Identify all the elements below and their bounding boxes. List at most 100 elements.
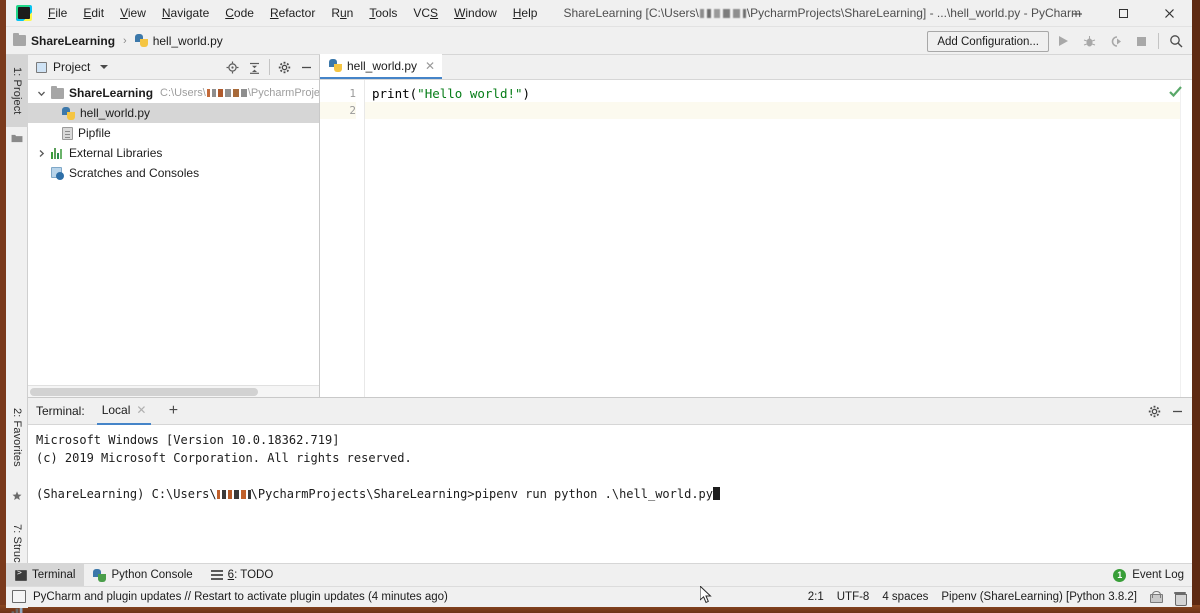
bottom-tab-terminal[interactable]: Terminal bbox=[6, 563, 85, 587]
code-content[interactable]: print("Hello world!") bbox=[365, 80, 1192, 397]
indent-setting[interactable]: 4 spaces bbox=[882, 591, 928, 603]
window-controls bbox=[1054, 0, 1192, 27]
tree-row-external-libraries[interactable]: External Libraries bbox=[28, 143, 319, 163]
project-folder-icon bbox=[6, 127, 28, 149]
file-encoding[interactable]: UTF-8 bbox=[837, 591, 870, 603]
sidebar-item-favorites[interactable]: 2: Favorites bbox=[6, 389, 28, 485]
stop-icon[interactable] bbox=[1129, 29, 1153, 53]
breadcrumb-item-file[interactable]: hell_world.py bbox=[132, 32, 226, 50]
breadcrumb-label-project: ShareLearning bbox=[31, 33, 116, 48]
tree-row-pipfile[interactable]: Pipfile bbox=[28, 123, 319, 143]
menu-item-window[interactable]: Window bbox=[446, 0, 505, 27]
bottom-tab-todo[interactable]: 6: TODO bbox=[202, 564, 283, 587]
trash-icon[interactable] bbox=[1174, 591, 1187, 606]
run-with-coverage-icon[interactable] bbox=[1103, 29, 1127, 53]
hide-panel-icon[interactable] bbox=[296, 57, 317, 78]
new-terminal-tab-icon[interactable]: + bbox=[163, 402, 183, 420]
breadcrumb: ShareLearning › hell_world.py bbox=[6, 32, 226, 50]
terminal-caret bbox=[713, 487, 720, 500]
project-horizontal-scrollbar[interactable] bbox=[28, 385, 319, 397]
locate-file-icon[interactable] bbox=[222, 57, 243, 78]
collapse-all-icon[interactable] bbox=[244, 57, 265, 78]
pycharm-logo-icon bbox=[16, 5, 32, 21]
star-icon bbox=[6, 485, 28, 507]
terminal-output[interactable]: Microsoft Windows [Version 10.0.18362.71… bbox=[28, 425, 1192, 563]
search-everywhere-icon[interactable] bbox=[1164, 29, 1188, 53]
menu-item-refactor[interactable]: Refactor bbox=[262, 0, 323, 27]
toolbar-divider bbox=[1158, 33, 1159, 49]
tree-label-scratches-and-consoles: Scratches and Consoles bbox=[69, 166, 200, 180]
close-terminal-tab-icon[interactable]: ✕ bbox=[136, 403, 146, 417]
maximize-button[interactable] bbox=[1100, 0, 1146, 27]
menu-item-vcs[interactable]: VCS bbox=[405, 0, 446, 27]
run-icon[interactable] bbox=[1051, 29, 1075, 53]
code-token-print: print bbox=[372, 86, 410, 101]
terminal-tool-window: Terminal: Local ✕ + Microsoft Windows [V… bbox=[28, 397, 1192, 563]
editor-inspection-gutter[interactable] bbox=[1180, 80, 1192, 397]
debug-icon[interactable] bbox=[1077, 29, 1101, 53]
terminal-hide-icon[interactable] bbox=[1167, 401, 1188, 422]
terminal-label: Terminal: bbox=[36, 404, 85, 418]
menu-item-view[interactable]: View bbox=[112, 0, 154, 27]
event-log-group[interactable]: 1 Event Log bbox=[1113, 568, 1184, 582]
terminal-tab-local[interactable]: Local ✕ bbox=[96, 398, 152, 425]
tree-path-prefix: C:\Users\ bbox=[160, 87, 206, 99]
lock-icon[interactable] bbox=[1150, 591, 1163, 603]
chevron-down-icon[interactable] bbox=[100, 65, 109, 69]
tree-row-sharelearning[interactable]: ShareLearning C:\Users\ \PycharmProjects\ bbox=[28, 83, 319, 103]
add-configuration-button[interactable]: Add Configuration... bbox=[927, 30, 1049, 52]
caret-position[interactable]: 2:1 bbox=[808, 591, 824, 603]
status-bar-right: 2:1 UTF-8 4 spaces Pipenv (ShareLearning… bbox=[808, 591, 1187, 606]
python-file-icon bbox=[134, 34, 148, 47]
menu-item-code[interactable]: Code bbox=[217, 0, 262, 27]
menu-item-run[interactable]: Run bbox=[323, 0, 361, 27]
chevron-collapsed-icon[interactable] bbox=[34, 143, 48, 163]
menu-item-edit[interactable]: Edit bbox=[75, 0, 112, 27]
tree-row-scratches-and-consoles[interactable]: Scratches and Consoles bbox=[28, 163, 319, 183]
navbar-actions: Add Configuration... bbox=[927, 27, 1188, 55]
project-panel-header: Project bbox=[28, 55, 319, 80]
terminal-redacted-username bbox=[216, 490, 251, 499]
close-tab-icon[interactable]: ✕ bbox=[425, 59, 435, 73]
editor-tab-bar: hell_world.py ✕ bbox=[320, 54, 1192, 80]
line-number-gutter: 1 2 bbox=[320, 80, 365, 397]
chevron-expanded-icon[interactable] bbox=[34, 83, 48, 103]
inspection-ok-icon bbox=[1169, 85, 1182, 98]
tree-label-external-libraries: External Libraries bbox=[69, 146, 163, 160]
code-line-2 bbox=[365, 102, 1192, 119]
bottom-tab-python-console[interactable]: Python Console bbox=[84, 564, 201, 587]
event-log-label: Event Log bbox=[1132, 569, 1184, 581]
minimize-button[interactable] bbox=[1054, 0, 1100, 27]
breadcrumb-item-project[interactable]: ShareLearning bbox=[10, 32, 118, 50]
sidebar-item-project[interactable]: 1: Project bbox=[6, 55, 28, 127]
python-file-icon bbox=[329, 59, 342, 72]
tree-label-hell-world-py: hell_world.py bbox=[80, 106, 151, 120]
menu-item-tools[interactable]: Tools bbox=[361, 0, 405, 27]
status-message-group[interactable]: PyCharm and plugin updates // Restart to… bbox=[6, 589, 448, 603]
editor-tab-hell-world-py[interactable]: hell_world.py ✕ bbox=[320, 54, 443, 79]
menu-item-help[interactable]: Help bbox=[505, 0, 546, 27]
breadcrumb-separator-icon: › bbox=[123, 34, 127, 47]
menu-item-file[interactable]: File bbox=[40, 0, 75, 27]
terminal-settings-gear-icon[interactable] bbox=[1144, 401, 1165, 422]
settings-gear-icon[interactable] bbox=[274, 57, 295, 78]
close-button[interactable] bbox=[1146, 0, 1192, 27]
tree-label-pipfile: Pipfile bbox=[78, 126, 111, 140]
editor-area: hell_world.py ✕ 1 2 print("Hello world!"… bbox=[320, 54, 1192, 397]
status-message: PyCharm and plugin updates // Restart to… bbox=[33, 591, 448, 603]
tree-row-hell-world-py[interactable]: hell_world.py bbox=[28, 103, 319, 123]
breadcrumb-label-file: hell_world.py bbox=[152, 33, 223, 48]
python-file-icon bbox=[62, 106, 75, 120]
tree-path-sharelearning: C:\Users\ \PycharmProjects\ bbox=[160, 87, 319, 99]
project-panel-title-group[interactable]: Project bbox=[28, 60, 109, 74]
python-interpreter[interactable]: Pipenv (ShareLearning) [Python 3.8.2] bbox=[941, 591, 1137, 603]
terminal-line-1: Microsoft Windows [Version 10.0.18362.71… bbox=[36, 433, 340, 447]
left-tool-strip: 1: Project 2: Favorites 7: Structure bbox=[6, 55, 28, 613]
menu-item-navigate[interactable]: Navigate bbox=[154, 0, 217, 27]
bottom-tab-label-python-console: Python Console bbox=[111, 569, 193, 581]
terminal-icon bbox=[15, 568, 27, 581]
scrollbar-thumb[interactable] bbox=[30, 388, 258, 396]
